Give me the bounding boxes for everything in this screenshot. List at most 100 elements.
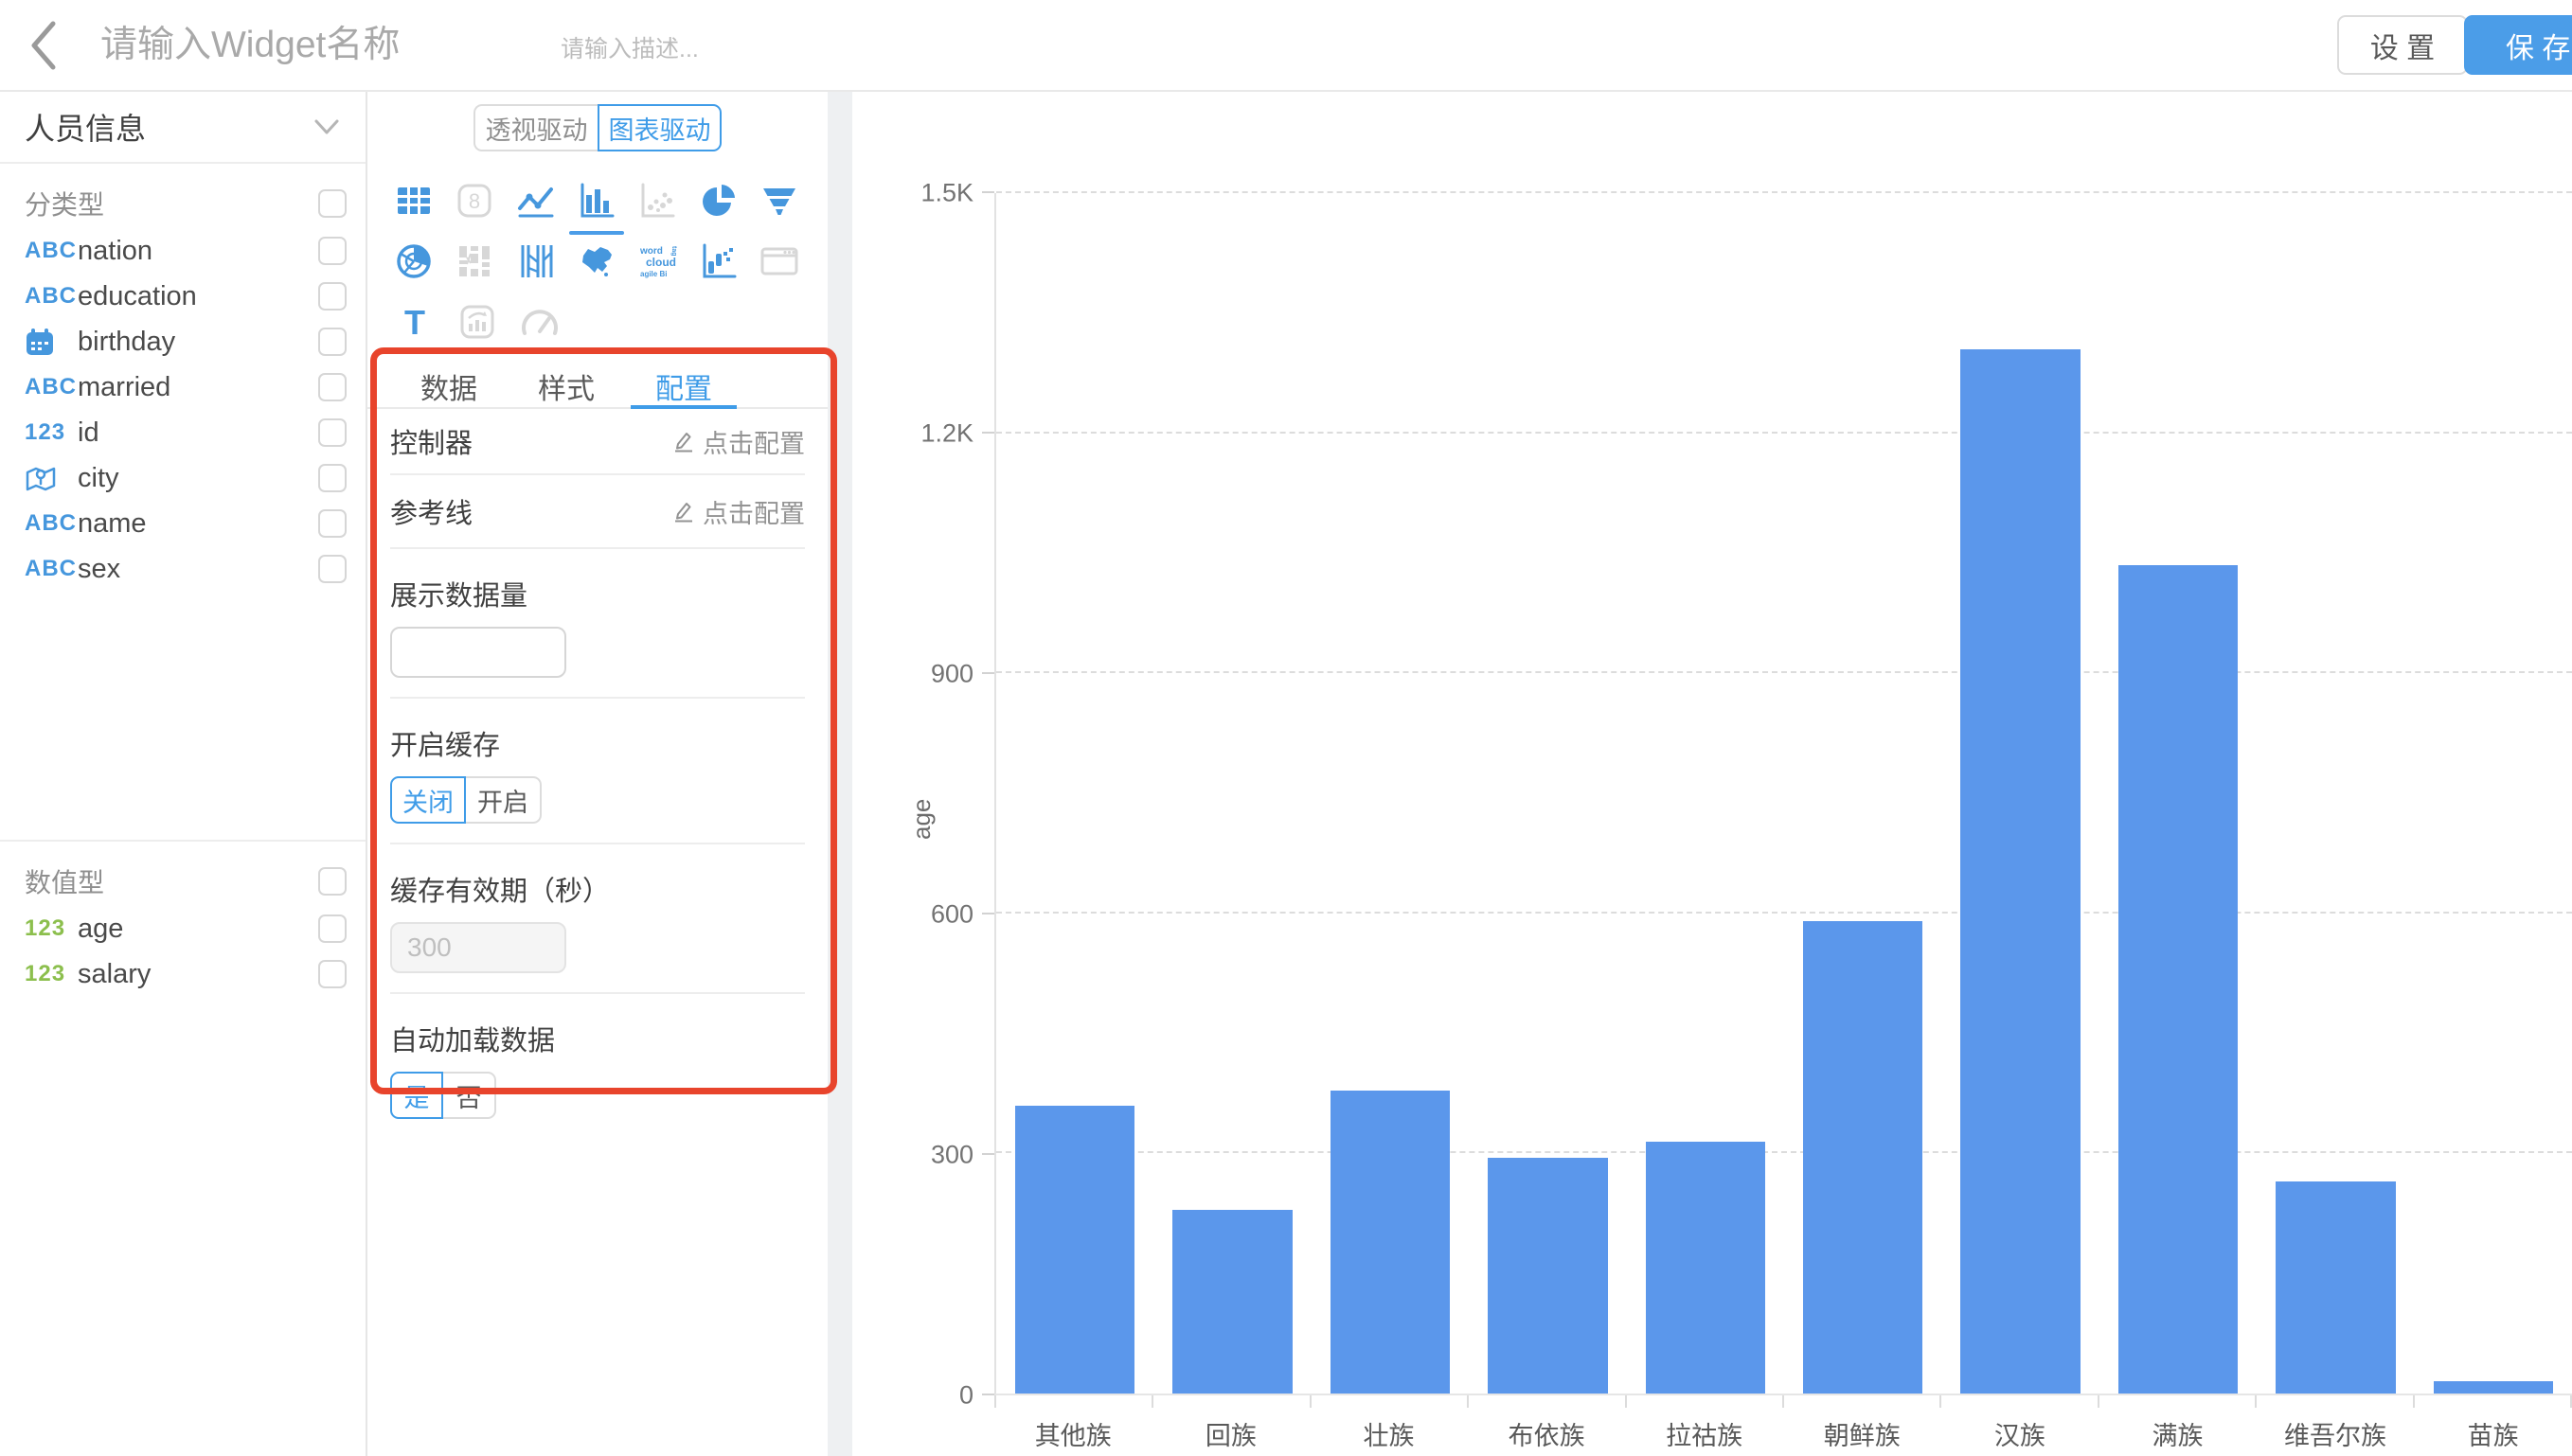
string-type-icon: ABC	[25, 374, 78, 400]
field-checkbox[interactable]	[318, 914, 347, 943]
controller-configure-link[interactable]: 点击配置	[672, 423, 805, 460]
tab-style[interactable]: 样式	[513, 365, 619, 407]
bar-band	[996, 193, 1153, 1394]
dataset-header[interactable]: 人员信息	[0, 92, 366, 164]
field-row-city[interactable]: city	[0, 455, 366, 501]
field-row-education[interactable]: ABC education	[0, 274, 366, 319]
field-checkbox[interactable]	[318, 237, 347, 265]
back-button[interactable]	[27, 17, 68, 74]
calendar-icon	[25, 327, 78, 357]
text-icon[interactable]: T	[384, 292, 445, 352]
china-map-icon[interactable]	[567, 231, 626, 292]
chart-x-ticks	[994, 1395, 2572, 1408]
dataset-name: 人员信息	[25, 105, 146, 149]
x-axis-label: 朝鲜族	[1783, 1415, 1941, 1452]
word-cloud-icon[interactable]: word tag cloud agile Bi	[628, 231, 687, 292]
bar-其他族[interactable]	[1015, 1106, 1134, 1394]
gauge-icon[interactable]	[509, 292, 570, 352]
field-checkbox[interactable]	[318, 555, 347, 583]
settings-button[interactable]: 设 置	[2337, 15, 2468, 75]
field-name: id	[78, 417, 318, 449]
chevron-down-icon[interactable]	[313, 116, 341, 137]
auto-load-no-button[interactable]: 否	[443, 1072, 496, 1119]
bar-汉族[interactable]	[1960, 349, 2080, 1394]
field-row-salary[interactable]: 123 salary	[0, 951, 366, 997]
field-row-name[interactable]: ABC name	[0, 501, 366, 546]
funnel-icon[interactable]	[750, 170, 809, 231]
field-checkbox[interactable]	[318, 464, 347, 492]
auto-load-yes-button[interactable]: 是	[390, 1072, 443, 1119]
field-name: city	[78, 463, 318, 494]
field-row-married[interactable]: ABC married	[0, 364, 366, 410]
field-row-sex[interactable]: ABC sex	[0, 546, 366, 592]
svg-text:T: T	[404, 303, 425, 341]
widget-description-input[interactable]	[561, 36, 864, 63]
number-type-icon: 123	[25, 419, 78, 446]
categorical-select-all-checkbox[interactable]	[318, 189, 347, 218]
y-tick-label: 600	[931, 900, 973, 930]
parallel-icon[interactable]	[507, 231, 565, 292]
bar-苗族[interactable]	[2434, 1381, 2553, 1394]
sankey-icon[interactable]	[445, 231, 504, 292]
bar-布依族[interactable]	[1488, 1158, 1607, 1394]
pie-chart-icon[interactable]	[688, 170, 747, 231]
chart-mode-button[interactable]: 图表驱动	[598, 104, 722, 151]
y-tick-label: 300	[931, 1141, 973, 1170]
field-checkbox[interactable]	[318, 328, 347, 356]
cache-expire-input[interactable]	[390, 922, 566, 973]
field-checkbox[interactable]	[318, 960, 347, 988]
field-checkbox[interactable]	[318, 282, 347, 311]
line-chart-icon[interactable]	[507, 170, 565, 231]
auto-load-toggle-group: 是 否	[390, 1072, 805, 1119]
iframe-icon[interactable]	[750, 231, 809, 292]
bar-维吾尔族[interactable]	[2276, 1181, 2395, 1394]
bar-chart-icon[interactable]	[567, 170, 626, 231]
bar-band	[1312, 193, 1469, 1394]
bar-band	[1469, 193, 1626, 1394]
cache-on-button[interactable]: 开启	[466, 776, 542, 824]
x-tick-mark	[1784, 1395, 1941, 1408]
field-row-id[interactable]: 123 id	[0, 410, 366, 455]
numeric-select-all-checkbox[interactable]	[318, 867, 347, 896]
field-name: name	[78, 508, 318, 540]
waterfall-icon[interactable]	[688, 231, 747, 292]
controller-label: 控制器	[390, 421, 473, 461]
field-row-birthday[interactable]: birthday	[0, 319, 366, 364]
field-row-nation[interactable]: ABC nation	[0, 228, 366, 274]
x-axis-label: 满族	[2099, 1415, 2257, 1452]
field-name: education	[78, 281, 318, 312]
tab-config[interactable]: 配置	[631, 365, 737, 407]
table-icon[interactable]	[384, 170, 443, 231]
save-button[interactable]: 保 存	[2464, 15, 2572, 75]
rich-text-icon[interactable]	[447, 292, 508, 352]
bar-满族[interactable]	[2118, 565, 2238, 1394]
section-divider	[0, 840, 366, 842]
x-tick-mark	[2415, 1395, 2572, 1408]
reference-line-configure-link[interactable]: 点击配置	[672, 493, 805, 530]
x-axis-label: 维吾尔族	[2257, 1415, 2415, 1452]
x-tick-mark	[2099, 1395, 2257, 1408]
kpi-number-icon[interactable]: 8	[445, 170, 504, 231]
field-name: sex	[78, 554, 318, 585]
tab-data[interactable]: 数据	[396, 365, 502, 407]
bar-壮族[interactable]	[1331, 1091, 1450, 1394]
radar-icon[interactable]	[384, 231, 443, 292]
field-checkbox[interactable]	[318, 509, 347, 538]
x-tick-mark	[1627, 1395, 1784, 1408]
display-count-input[interactable]	[390, 627, 566, 678]
bar-回族[interactable]	[1172, 1210, 1292, 1394]
field-sidebar: 人员信息 分类型 ABC nation ABC education birthd…	[0, 92, 367, 1456]
bar-拉祜族[interactable]	[1646, 1142, 1765, 1394]
cache-toggle-block: 开启缓存 关闭 开启	[390, 699, 805, 844]
field-row-age[interactable]: 123 age	[0, 906, 366, 951]
chart-type-grid: 8	[367, 170, 828, 352]
scatter-icon[interactable]	[628, 170, 687, 231]
cache-off-button[interactable]: 关闭	[390, 776, 466, 824]
field-checkbox[interactable]	[318, 418, 347, 447]
x-axis-label: 布依族	[1468, 1415, 1626, 1452]
y-tick-label: 1.2K	[920, 419, 973, 449]
pivot-mode-button[interactable]: 透视驱动	[473, 104, 598, 151]
bar-朝鲜族[interactable]	[1803, 921, 1922, 1394]
widget-name-input[interactable]	[100, 25, 555, 66]
field-checkbox[interactable]	[318, 373, 347, 401]
